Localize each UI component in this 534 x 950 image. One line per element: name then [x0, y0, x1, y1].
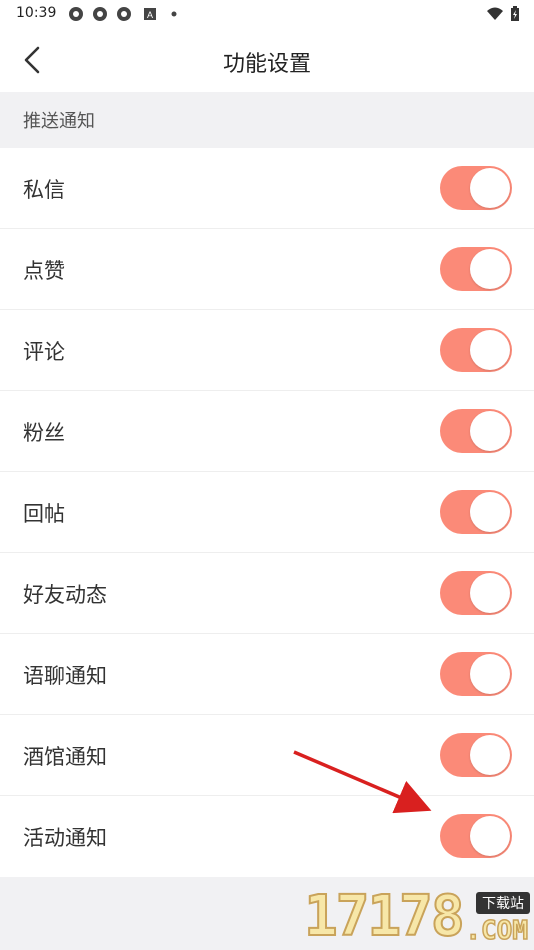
- toggle-knob: [470, 492, 510, 532]
- setting-label: 回帖: [23, 502, 65, 526]
- watermark-logo: 17178 下载站 .COM: [302, 882, 530, 950]
- toggle-knob: [470, 411, 510, 451]
- toggle-knob: [470, 816, 510, 856]
- setting-label: 评论: [23, 340, 65, 364]
- setting-label: 语聊通知: [23, 664, 107, 688]
- setting-label: 酒馆通知: [23, 745, 107, 769]
- fans-toggle[interactable]: [440, 409, 512, 453]
- setting-label: 活动通知: [23, 826, 107, 850]
- reply-toggle[interactable]: [440, 490, 512, 534]
- setting-row-private-message: 私信: [0, 148, 534, 229]
- page-title: 功能设置: [222, 52, 311, 77]
- toggle-knob: [470, 249, 510, 289]
- watermark-number: 17178: [303, 883, 466, 950]
- toggle-knob: [470, 168, 510, 208]
- gear-icon: [69, 7, 83, 21]
- toggle-knob: [470, 735, 510, 775]
- watermark-tag: 下载站: [476, 892, 530, 914]
- setting-row-tavern: 酒馆通知: [0, 715, 534, 796]
- private-message-toggle[interactable]: [440, 166, 512, 210]
- status-bar: 10:39 A: [0, 0, 534, 28]
- a-icon: A: [144, 8, 156, 20]
- setting-row-voice-chat: 语聊通知: [0, 634, 534, 715]
- watermark-domain: .COM: [465, 915, 529, 947]
- svg-text:A: A: [147, 10, 153, 20]
- setting-row-friend-activity: 好友动态: [0, 553, 534, 634]
- settings-list: 私信 点赞 评论 粉丝 回帖 好友动态 语聊通知 酒馆通知 活动通知: [0, 148, 534, 876]
- wifi-icon: [487, 7, 503, 20]
- setting-label: 点赞: [23, 259, 65, 283]
- toggle-knob: [470, 654, 510, 694]
- comment-toggle[interactable]: [440, 328, 512, 372]
- battery-icon: [511, 6, 519, 21]
- like-toggle[interactable]: [440, 247, 512, 291]
- setting-label: 好友动态: [23, 583, 107, 607]
- dot-icon: [171, 11, 177, 17]
- setting-row-fans: 粉丝: [0, 391, 534, 472]
- setting-label: 私信: [23, 178, 65, 202]
- section-title: 推送通知: [23, 111, 95, 132]
- nav-bar: 功能设置: [0, 28, 534, 92]
- setting-label: 粉丝: [23, 421, 65, 445]
- section-header: 推送通知: [0, 92, 534, 148]
- friend-activity-toggle[interactable]: [440, 571, 512, 615]
- setting-row-event: 活动通知: [0, 796, 534, 876]
- setting-row-comment: 评论: [0, 310, 534, 391]
- voice-chat-toggle[interactable]: [440, 652, 512, 696]
- gear-icon: [93, 7, 107, 21]
- toggle-knob: [470, 573, 510, 613]
- gear-icon: [117, 7, 131, 21]
- status-right: [486, 6, 520, 22]
- setting-row-like: 点赞: [0, 229, 534, 310]
- toggle-knob: [470, 330, 510, 370]
- setting-row-reply: 回帖: [0, 472, 534, 553]
- event-toggle[interactable]: [440, 814, 512, 858]
- tavern-toggle[interactable]: [440, 733, 512, 777]
- status-time: 10:39: [16, 5, 57, 21]
